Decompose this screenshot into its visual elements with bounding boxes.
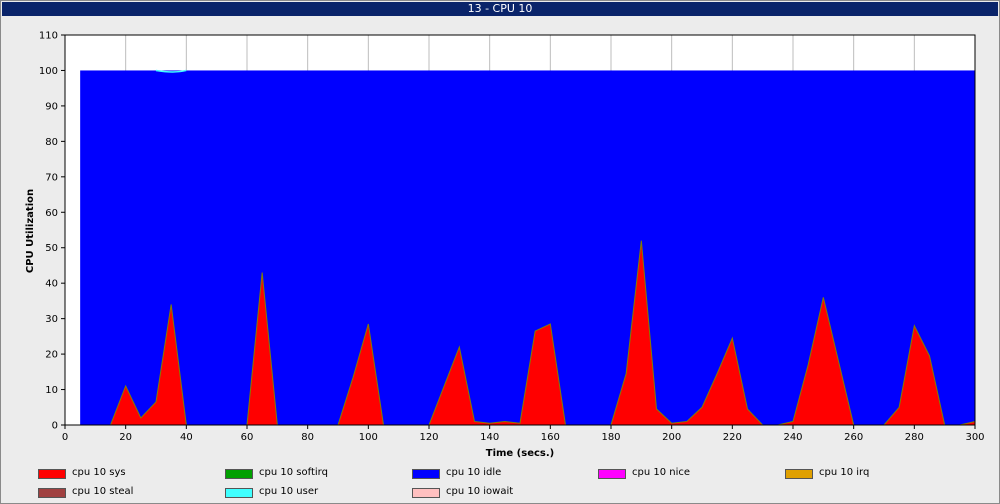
- legend-label: cpu 10 steal: [72, 486, 134, 497]
- x-axis-label: Time (secs.): [486, 448, 555, 459]
- legend-item: cpu 10 idle: [412, 465, 592, 481]
- x-tick-label: 80: [301, 432, 314, 443]
- legend-label: cpu 10 iowait: [446, 486, 514, 497]
- legend-swatch: [38, 469, 66, 479]
- x-tick-label: 300: [965, 432, 984, 443]
- legend-label: cpu 10 idle: [446, 467, 502, 478]
- x-tick-label: 180: [601, 432, 620, 443]
- x-tick-label: 260: [844, 432, 863, 443]
- y-tick-label: 30: [45, 314, 58, 325]
- x-tick-label: 140: [480, 432, 499, 443]
- legend-item: cpu 10 sys: [38, 465, 218, 481]
- x-tick-label: 220: [723, 432, 742, 443]
- legend-item: cpu 10 user: [225, 484, 405, 500]
- x-tick-label: 240: [783, 432, 802, 443]
- y-axis-label: CPU Utilization: [25, 189, 36, 273]
- cpu-utilization-chart: 0 10 20 30 40 50 60 70 80 90 100 110 0 20 40 60 80 100 120…: [25, 31, 985, 460]
- legend-item: cpu 10 iowait: [412, 484, 592, 500]
- x-tick-label: 20: [119, 432, 132, 443]
- y-tick-label: 100: [39, 66, 58, 77]
- legend-item: cpu 10 steal: [38, 484, 218, 500]
- legend-swatch: [412, 488, 440, 498]
- y-tick-label: 80: [45, 137, 58, 148]
- y-tick-label: 90: [45, 101, 58, 112]
- y-tick-label: 20: [45, 350, 58, 361]
- legend-item: cpu 10 irq: [785, 465, 965, 481]
- x-tick-label: 200: [662, 432, 681, 443]
- y-tick-label: 40: [45, 279, 58, 290]
- x-tick-label: 0: [62, 432, 68, 443]
- x-tick-label: 100: [359, 432, 378, 443]
- y-tick-label: 0: [52, 421, 58, 432]
- legend-item: cpu 10 nice: [598, 465, 778, 481]
- plot-area: 0 10 20 30 40 50 60 70 80 90 100 110 0 20 40 60 80 100 120…: [39, 31, 985, 444]
- legend-label: cpu 10 irq: [819, 467, 870, 478]
- y-tick-label: 70: [45, 172, 58, 183]
- legend-swatch: [785, 469, 813, 479]
- y-tick-label: 50: [45, 243, 58, 254]
- x-tick-label: 280: [905, 432, 924, 443]
- y-tick-label: 10: [45, 385, 58, 396]
- x-tick-label: 160: [541, 432, 560, 443]
- legend-swatch: [412, 469, 440, 479]
- legend-label: cpu 10 softirq: [259, 467, 328, 478]
- legend-swatch: [225, 469, 253, 479]
- x-tick-label: 40: [180, 432, 193, 443]
- x-tick-label: 60: [241, 432, 254, 443]
- y-tick-label: 110: [39, 31, 58, 42]
- legend-swatch: [225, 488, 253, 498]
- legend-label: cpu 10 nice: [632, 467, 691, 478]
- y-tick-label: 60: [45, 208, 58, 219]
- legend-label: cpu 10 user: [259, 486, 319, 497]
- legend-swatch: [38, 488, 66, 498]
- legend-swatch: [598, 469, 626, 479]
- chart-legend: cpu 10 sys cpu 10 softirq cpu 10 idle cpu 1…: [0, 464, 1000, 504]
- legend-label: cpu 10 sys: [72, 467, 126, 478]
- legend-item: cpu 10 softirq: [225, 465, 405, 481]
- x-tick-label: 120: [419, 432, 438, 443]
